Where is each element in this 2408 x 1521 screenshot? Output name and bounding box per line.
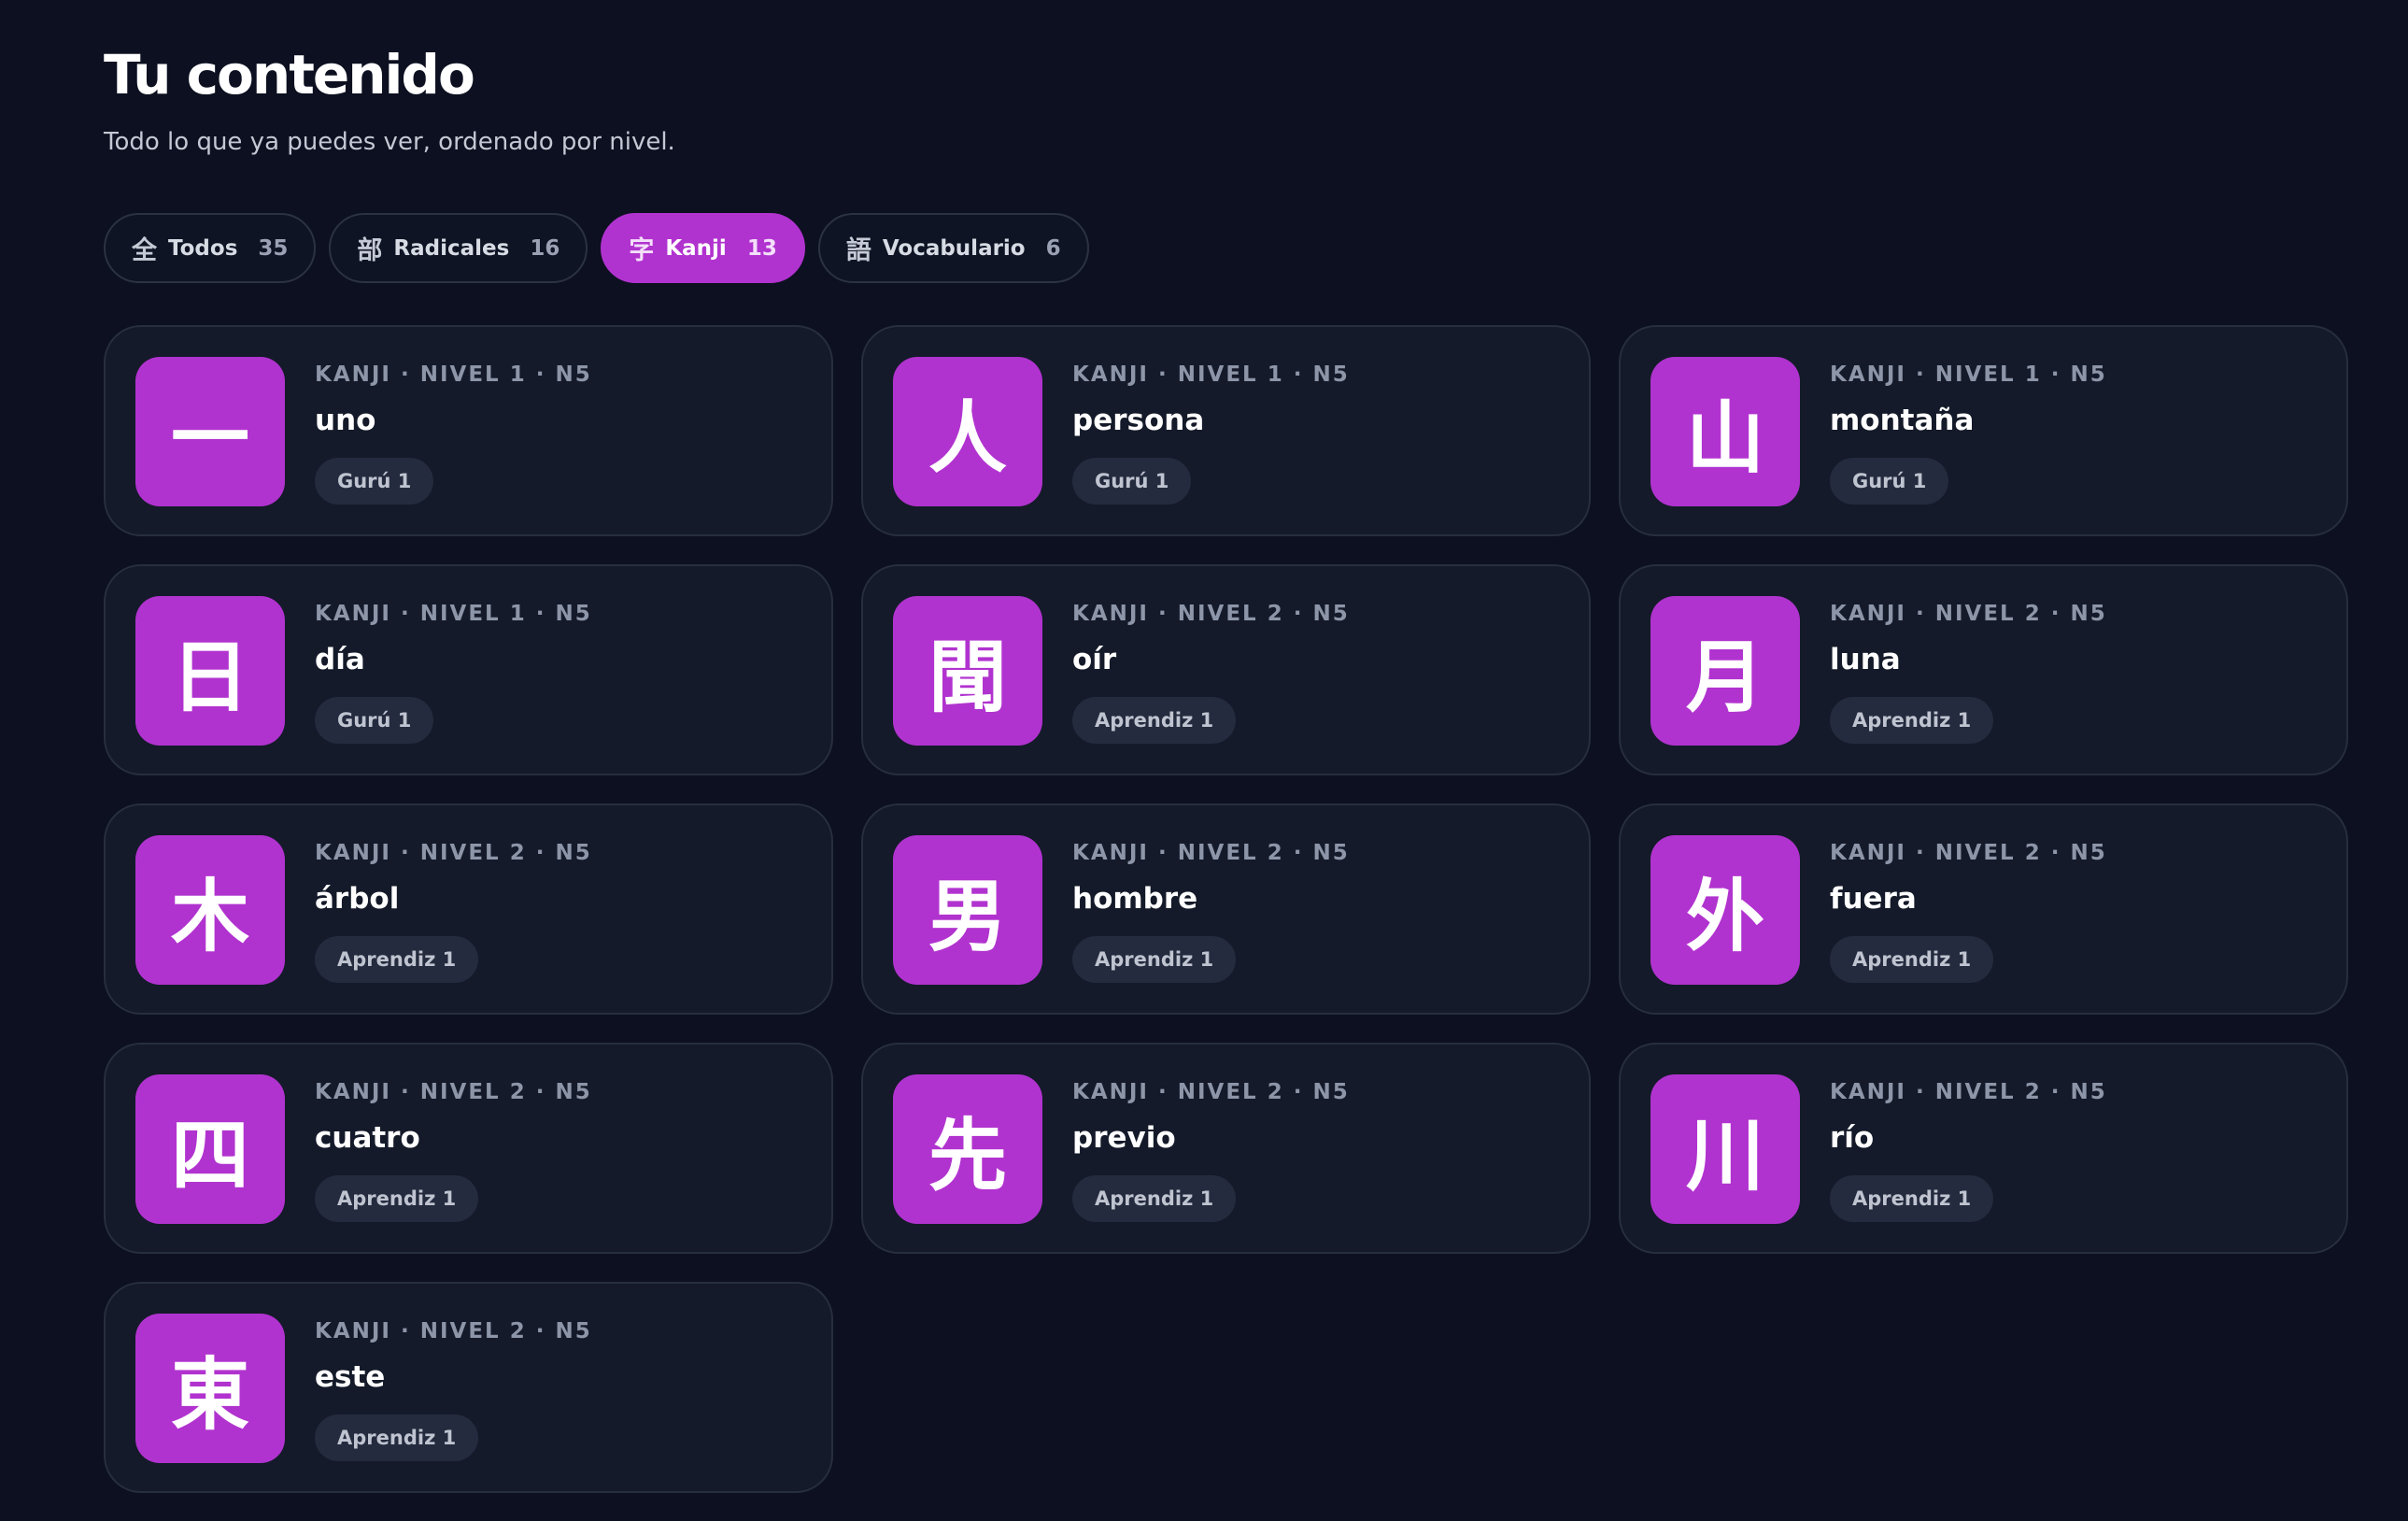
srs-stage-badge: Aprendiz 1 <box>1830 697 1994 744</box>
kanji-glyph: 外 <box>1650 835 1800 985</box>
item-meaning: montaña <box>1830 404 1975 437</box>
item-meta: KANJI · NIVEL 2 · N5 <box>315 1080 592 1104</box>
kanji-card[interactable]: 聞 KANJI · NIVEL 2 · N5 oír Aprendiz 1 <box>861 564 1591 775</box>
item-meta: KANJI · NIVEL 2 · N5 <box>1830 1080 2107 1104</box>
item-meaning: cuatro <box>315 1121 420 1155</box>
srs-stage-badge: Aprendiz 1 <box>315 1414 479 1461</box>
kanji-card[interactable]: 木 KANJI · NIVEL 2 · N5 árbol Aprendiz 1 <box>104 803 833 1015</box>
item-meta: KANJI · NIVEL 2 · N5 <box>1072 1080 1350 1104</box>
kanji-glyph: 東 <box>135 1314 285 1463</box>
item-meaning: este <box>315 1360 386 1394</box>
srs-stage-badge: Aprendiz 1 <box>1072 1175 1237 1222</box>
kanji-card[interactable]: 外 KANJI · NIVEL 2 · N5 fuera Aprendiz 1 <box>1619 803 2348 1015</box>
item-meta: KANJI · NIVEL 2 · N5 <box>1830 841 2107 865</box>
item-meaning: uno <box>315 404 376 437</box>
srs-stage-badge: Gurú 1 <box>315 697 434 744</box>
item-meta: KANJI · NIVEL 2 · N5 <box>1830 602 2107 626</box>
kanji-card[interactable]: 東 KANJI · NIVEL 2 · N5 este Aprendiz 1 <box>104 1282 833 1493</box>
radical-icon: 部 <box>357 236 383 265</box>
filter-count: 16 <box>530 235 560 261</box>
filter-chip-kanji[interactable]: 字 Kanji 13 <box>601 213 805 283</box>
item-meta: KANJI · NIVEL 2 · N5 <box>315 841 592 865</box>
kanji-glyph: 聞 <box>893 596 1042 746</box>
kanji-glyph: 四 <box>135 1074 285 1224</box>
item-meta: KANJI · NIVEL 1 · N5 <box>1830 362 2107 387</box>
item-meta: KANJI · NIVEL 2 · N5 <box>1072 602 1350 626</box>
kanji-glyph: 人 <box>893 357 1042 506</box>
srs-stage-badge: Gurú 1 <box>315 458 434 505</box>
kanji-card[interactable]: 一 KANJI · NIVEL 1 · N5 uno Gurú 1 <box>104 325 833 536</box>
item-meaning: oír <box>1072 643 1117 676</box>
kanji-glyph: 月 <box>1650 596 1800 746</box>
srs-stage-badge: Aprendiz 1 <box>1830 1175 1994 1222</box>
kanji-card[interactable]: 四 KANJI · NIVEL 2 · N5 cuatro Aprendiz 1 <box>104 1043 833 1254</box>
item-meaning: día <box>315 643 365 676</box>
kanji-glyph: 川 <box>1650 1074 1800 1224</box>
kanji-card[interactable]: 人 KANJI · NIVEL 1 · N5 persona Gurú 1 <box>861 325 1591 536</box>
filter-chip-todos[interactable]: 全 Todos 35 <box>104 213 317 283</box>
item-meta: KANJI · NIVEL 2 · N5 <box>315 1319 592 1343</box>
item-meaning: hombre <box>1072 882 1198 916</box>
item-meaning: luna <box>1830 643 1901 676</box>
kanji-icon: 字 <box>629 236 655 265</box>
kanji-card[interactable]: 月 KANJI · NIVEL 2 · N5 luna Aprendiz 1 <box>1619 564 2348 775</box>
kanji-card[interactable]: 日 KANJI · NIVEL 1 · N5 día Gurú 1 <box>104 564 833 775</box>
item-meta: KANJI · NIVEL 2 · N5 <box>1072 841 1350 865</box>
kanji-glyph: 一 <box>135 357 285 506</box>
srs-stage-badge: Aprendiz 1 <box>1072 936 1237 983</box>
filter-label: Vocabulario <box>882 235 1026 261</box>
kanji-card[interactable]: 男 KANJI · NIVEL 2 · N5 hombre Aprendiz 1 <box>861 803 1591 1015</box>
filter-count: 35 <box>258 235 289 261</box>
vocabulary-icon: 語 <box>845 236 871 265</box>
item-meta: KANJI · NIVEL 1 · N5 <box>315 362 592 387</box>
srs-stage-badge: Aprendiz 1 <box>315 936 479 983</box>
srs-stage-badge: Gurú 1 <box>1830 458 1949 505</box>
filter-label: Todos <box>168 235 238 261</box>
page-title: Tu contenido <box>104 43 475 107</box>
srs-stage-badge: Aprendiz 1 <box>1072 697 1237 744</box>
page-subtitle: Todo lo que ya puedes ver, ordenado por … <box>104 128 675 156</box>
kanji-glyph: 先 <box>893 1074 1042 1224</box>
kanji-glyph: 木 <box>135 835 285 985</box>
kanji-glyph: 男 <box>893 835 1042 985</box>
item-meaning: persona <box>1072 404 1205 437</box>
srs-stage-badge: Aprendiz 1 <box>315 1175 479 1222</box>
item-meaning: fuera <box>1830 882 1917 916</box>
filter-chip-radicales[interactable]: 部 Radicales 16 <box>329 213 588 283</box>
item-meta: KANJI · NIVEL 1 · N5 <box>1072 362 1350 387</box>
all-icon: 全 <box>132 236 157 265</box>
kanji-card[interactable]: 山 KANJI · NIVEL 1 · N5 montaña Gurú 1 <box>1619 325 2348 536</box>
filter-bar: 全 Todos 35 部 Radicales 16 字 Kanji 13 語 V… <box>104 213 1089 283</box>
srs-stage-badge: Aprendiz 1 <box>1830 936 1994 983</box>
kanji-glyph: 山 <box>1650 357 1800 506</box>
kanji-glyph: 日 <box>135 596 285 746</box>
item-meaning: previo <box>1072 1121 1176 1155</box>
item-grid: 一 KANJI · NIVEL 1 · N5 uno Gurú 1 人 KANJ… <box>104 325 2348 1493</box>
filter-label: Kanji <box>665 235 727 261</box>
item-meta: KANJI · NIVEL 1 · N5 <box>315 602 592 626</box>
kanji-card[interactable]: 先 KANJI · NIVEL 2 · N5 previo Aprendiz 1 <box>861 1043 1591 1254</box>
filter-count: 13 <box>746 235 777 261</box>
filter-label: Radicales <box>393 235 510 261</box>
filter-chip-vocabulario[interactable]: 語 Vocabulario 6 <box>817 213 1089 283</box>
kanji-card[interactable]: 川 KANJI · NIVEL 2 · N5 río Aprendiz 1 <box>1619 1043 2348 1254</box>
item-meaning: río <box>1830 1121 1875 1155</box>
item-meaning: árbol <box>315 882 400 916</box>
srs-stage-badge: Gurú 1 <box>1072 458 1192 505</box>
filter-count: 6 <box>1045 235 1061 261</box>
